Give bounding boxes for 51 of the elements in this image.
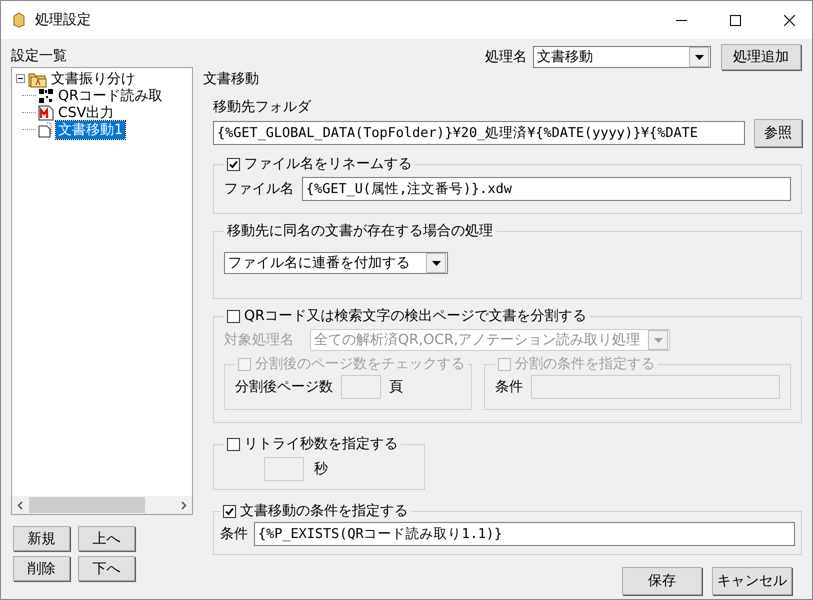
target-process-label: 対象処理名 [224,331,294,349]
maximize-icon [730,14,740,26]
destination-folder-label: 移動先フォルダ [213,98,312,116]
checkbox[interactable]: 文書移動の条件を指定する [223,502,408,520]
collapse-icon [16,74,25,83]
checkbox[interactable]: リトライ秒数を指定する [227,435,398,453]
tree-item[interactable]: CSV出力 [56,104,116,122]
destination-folder-field[interactable]: {%GET_GLOBAL_DATA(TopFolder)}¥20_処理済¥{%DATE(yyyy)}¥{%DATE [213,121,745,145]
seconds-label: 秒 [314,460,328,478]
process-name-label: 処理名 [485,48,527,66]
dropdown-arrow-icon [432,260,440,266]
dialog-button[interactable]: 保存 [622,567,702,595]
process-name-dropdown[interactable]: 文書移動 [533,46,711,68]
browse-button[interactable]: 参照 [754,119,802,147]
add-process-button[interactable]: 処理追加 [721,44,801,70]
close-icon [784,14,794,26]
tree-item[interactable]: QRコード読み取 [56,86,165,104]
scroll-right-icon [181,500,187,510]
scroll-thumb[interactable] [29,497,145,513]
expander[interactable] [16,74,25,83]
qr-code-icon [38,88,54,104]
move-condition-field[interactable]: {%P_EXISTS(QRコード読み取り1.1)} [254,522,795,546]
horizontal-scrollbar[interactable] [12,496,192,514]
list-button[interactable]: 上へ [78,526,135,551]
condition-label: 条件 [220,525,248,543]
list-button[interactable]: 削除 [13,556,70,581]
document-move-icon [38,122,54,138]
window-title: 処理設定 [35,11,91,29]
section-title: 文書移動 [203,70,260,88]
document-m-icon [38,104,54,120]
page-unit-label: 頁 [389,378,403,396]
page-count-label: 分割後ページ数 [235,378,333,396]
list-label: 設定一覧 [11,47,68,65]
file-name-label: ファイル名 [224,180,294,198]
dropdown-arrow-icon [694,54,704,60]
check-icon [225,506,234,516]
split-condition-label: 条件 [495,378,523,396]
tree-item[interactable]: 文書移動1 [56,120,125,138]
check-icon [229,160,238,168]
app-icon [11,12,27,28]
group-title: 移動先に同名の文書が存在する場合の処理 [227,223,493,239]
checkbox[interactable]: QRコード又は検索文字の検出ページで文書を分割する [227,307,587,325]
scroll-left-icon [17,500,23,510]
list-button[interactable]: 新規 [13,526,70,551]
checkbox[interactable]: ファイル名をリネームする [227,155,412,173]
duplicate-handling-dropdown[interactable]: ファイル名に連番を付加する [224,252,448,274]
list-button[interactable]: 下へ [78,556,135,581]
dropdown-arrow-icon [654,338,662,342]
file-name-field[interactable]: {%GET_U(属性,注文番号)}.xdw [302,177,791,201]
tree-item[interactable]: 文書振り分け [49,70,137,88]
dialog-button[interactable]: キャンセル [712,567,792,595]
